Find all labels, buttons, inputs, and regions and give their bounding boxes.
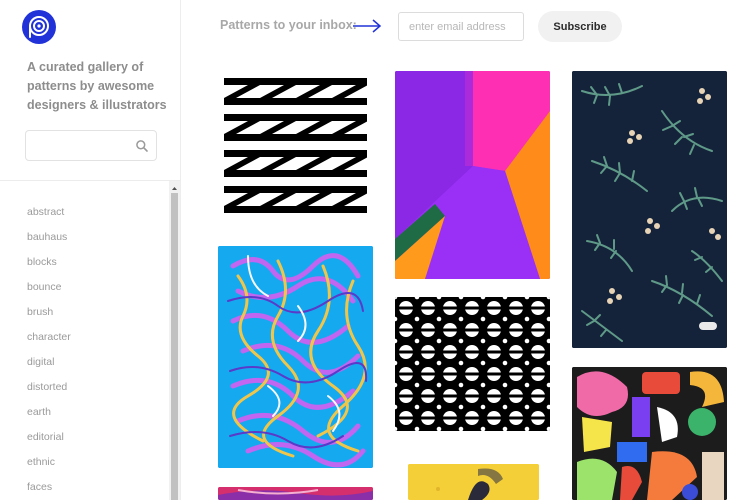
tag-item-digital[interactable]: digital (27, 350, 157, 375)
pattern-tile-bw-zigzag[interactable] (218, 72, 373, 227)
newsletter-label: Patterns to your inbox: (220, 18, 357, 32)
tag-item-character[interactable]: character (27, 325, 157, 350)
tag-item-faces[interactable]: faces (27, 475, 157, 500)
pattern-tile-bw-circle[interactable] (395, 297, 550, 431)
scroll-up-icon[interactable] (169, 181, 180, 192)
tag-item-brush[interactable]: brush (27, 300, 157, 325)
tag-item-bounce[interactable]: bounce (27, 275, 157, 300)
tag-item-distorted[interactable]: distorted (27, 375, 157, 400)
pattern-tile-yellow[interactable] (408, 464, 539, 500)
search-input[interactable] (32, 136, 132, 156)
tag-item-editorial[interactable]: editorial (27, 425, 157, 450)
tag-item-earth[interactable]: earth (27, 400, 157, 425)
sidebar: A curated gallery of patterns by awesome… (0, 0, 181, 500)
pattern-tile-blue-squiggle[interactable] (218, 246, 373, 468)
search-box[interactable] (25, 130, 157, 161)
tag-item-abstract[interactable]: abstract (27, 200, 157, 225)
tag-list: abstract bauhaus blocks bounce brush cha… (27, 200, 157, 500)
search-icon[interactable] (135, 139, 149, 153)
scrollbar-thumb[interactable] (171, 193, 178, 500)
sidebar-scrollbar[interactable] (169, 181, 180, 500)
pattern-tile-purple-geometric[interactable] (395, 71, 550, 279)
sidebar-divider (0, 180, 181, 181)
email-field[interactable] (398, 12, 524, 41)
pattern-tile-colorful-shapes[interactable] (572, 367, 727, 500)
tag-item-blocks[interactable]: blocks (27, 250, 157, 275)
arrow-right-icon (352, 18, 382, 34)
tag-item-ethnic[interactable]: ethnic (27, 450, 157, 475)
subscribe-button[interactable]: Subscribe (538, 11, 622, 42)
site-tagline: A curated gallery of patterns by awesome… (27, 60, 167, 112)
pattern-tile-pink[interactable] (218, 487, 373, 500)
pattern-tile-navy-leaf[interactable] (572, 71, 727, 348)
tag-item-bauhaus[interactable]: bauhaus (27, 225, 157, 250)
logo-icon[interactable] (22, 10, 56, 44)
